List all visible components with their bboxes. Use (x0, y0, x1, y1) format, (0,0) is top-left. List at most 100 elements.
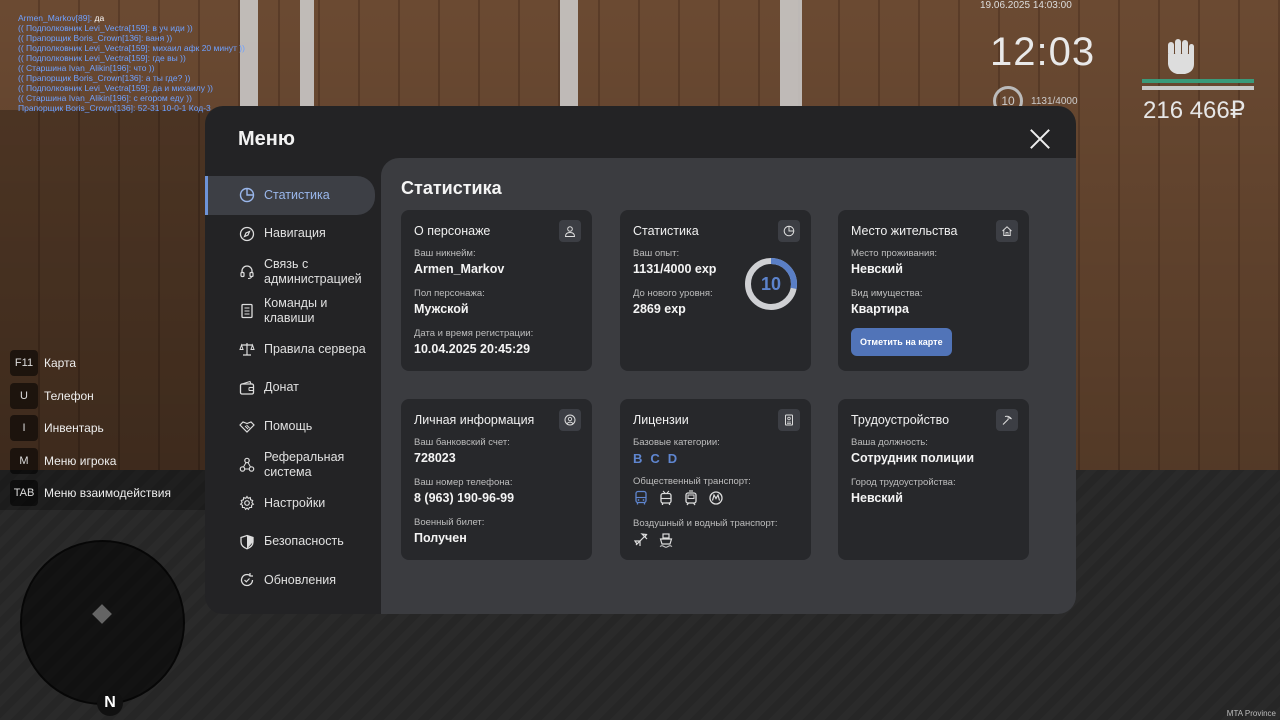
north-indicator: N (97, 690, 123, 716)
keybind-player-menu[interactable]: M Меню игрока (10, 445, 171, 478)
sidebar-item-label: Правила сервера (264, 341, 366, 356)
gear-icon (239, 495, 255, 511)
sidebar-item-label: Команды и клавиши (264, 295, 328, 325)
headset-icon (240, 265, 254, 280)
sidebar-item-label: Статистика (264, 187, 330, 202)
sidebar-item-rules[interactable]: Правила сервера (205, 330, 381, 369)
card-title: Лицензии (633, 413, 689, 427)
sidebar-item-contact-admin[interactable]: Связь с администрацией (205, 253, 381, 292)
field-label: Город трудоустройства: (851, 477, 956, 488)
sidebar-item-statistics[interactable]: Статистика (205, 176, 375, 215)
card-title: Трудоустройство (851, 413, 950, 427)
sidebar-item-label: Обновления (264, 572, 336, 587)
handshake-icon (239, 421, 255, 434)
chat-line: (( Подполковник Levi_Vectra[159]: где вы… (18, 53, 186, 63)
menu-title: Меню (238, 128, 295, 150)
sidebar-item-help[interactable]: Помощь (205, 407, 381, 446)
sidebar-item-label: Настройки (264, 495, 326, 510)
wallet-icon (239, 380, 255, 395)
keybind-inventory[interactable]: I Инвентарь (10, 412, 171, 445)
chat-line: (( Прапорщик Boris_Crown[136]: ваня )) (18, 33, 173, 43)
chat-line: (( Старшина Ivan_Alikin[196]: что )) (18, 63, 155, 73)
card-title: О персонаже (414, 224, 491, 238)
air-water-licenses (633, 532, 798, 548)
pickaxe-icon (996, 409, 1018, 431)
card-title: Личная информация (414, 413, 535, 427)
keybind-interaction-menu[interactable]: TAB Меню взаимодействия (10, 477, 171, 510)
public-transport-licenses (633, 490, 798, 506)
registration-value: 10.04.2025 20:45:29 (414, 342, 531, 356)
statistics-panel: Статистика О персонаже Ваш никнейм: Arme… (381, 158, 1076, 614)
menu-sidebar: Статистика Навигация Связь с администрац… (205, 176, 381, 600)
keybind-list: F11 Карта U Телефон I Инвентарь M Меню игрок… (10, 347, 171, 510)
chat-line: (( Подполковник Levi_Vectra[159]: михаил… (18, 43, 245, 53)
chat-log: Armen_Markov[89]: да (( Подполковник Lev… (18, 13, 245, 113)
refresh-icon (240, 573, 254, 587)
field-label: Дата и время регистрации: (414, 328, 534, 339)
keybind-phone[interactable]: U Телефон (10, 380, 171, 413)
position-value: Сотрудник полиции (851, 451, 975, 465)
sidebar-item-label: Связь с администрацией (264, 257, 362, 287)
stats-card: Статистика Ваш опыт: 1131/4000 exp До но… (620, 210, 811, 371)
game-pillar (300, 0, 314, 110)
chat-line: Armen_Markov[89]: да (18, 13, 105, 23)
armor-bar (1142, 86, 1254, 90)
field-label: Ваш банковский счет: (414, 437, 510, 448)
server-watermark: MTA Province (1226, 709, 1276, 718)
key-badge: I (10, 415, 38, 442)
profile-circle-icon (559, 409, 581, 431)
military-id-value: Получен (414, 531, 467, 545)
hud-clock: 12:03 (990, 30, 1096, 74)
chat-line: (( Подполковник Levi_Vectra[159]: да и м… (18, 83, 213, 93)
hud-exp: 1131/4000 (1031, 95, 1078, 107)
sidebar-item-navigation[interactable]: Навигация (205, 215, 381, 254)
sidebar-item-referral[interactable]: Реферальная система (205, 446, 381, 485)
chat-line: (( Прапорщик Boris_Crown[136]: а ты где?… (18, 73, 191, 83)
nickname-value: Armen_Markov (414, 262, 505, 276)
sidebar-item-label: Реферальная система (264, 449, 345, 479)
shield-icon (240, 534, 254, 550)
user-icon (559, 220, 581, 242)
phone-value: 8 (963) 190-96-99 (414, 491, 515, 505)
field-label: Пол персонажа: (414, 288, 485, 299)
key-badge: M (10, 447, 38, 474)
document-icon (241, 303, 253, 318)
chat-line: (( Старшина Ivan_Alikin[196]: с егором е… (18, 93, 192, 103)
employment-card: Трудоустройство Ваша должность: Сотрудни… (838, 399, 1029, 560)
pie-chart-icon (778, 220, 800, 242)
keybind-label: Меню игрока (44, 453, 117, 468)
character-card: О персонаже Ваш никнейм: Armen_Markov По… (401, 210, 592, 371)
home-icon (996, 220, 1018, 242)
boat-icon (659, 533, 673, 548)
field-label: Ваш никнейм: (414, 248, 476, 259)
pie-chart-icon (239, 188, 255, 203)
key-badge: U (10, 382, 38, 409)
game-pillar (560, 0, 578, 110)
gender-value: Мужской (414, 302, 469, 316)
field-label: Место проживания: (851, 248, 938, 259)
bank-account-value: 728023 (414, 451, 456, 465)
hud-date: 19.06.2025 14:03:00 (980, 0, 1072, 11)
sidebar-item-updates[interactable]: Обновления (205, 561, 381, 600)
keybind-label: Карта (44, 356, 77, 371)
close-icon[interactable] (1029, 128, 1051, 150)
airplane-icon (633, 533, 648, 547)
license-categories: B C D (633, 451, 798, 466)
keybind-map[interactable]: F11 Карта (10, 347, 171, 380)
license-category: B (633, 451, 643, 466)
health-bar (1142, 79, 1254, 83)
property-type-value: Квартира (851, 302, 909, 316)
sidebar-item-commands[interactable]: Команды и клавиши (205, 292, 381, 331)
residence-card: Место жительства Место проживания: Невск… (838, 210, 1029, 371)
mark-on-map-button[interactable]: Отметить на карте (851, 328, 952, 356)
sidebar-item-donate[interactable]: Донат (205, 369, 381, 408)
hud-money: 216 466₽ (1143, 97, 1246, 124)
licenses-card: Лицензии Базовые категории: B C D Общест… (620, 399, 811, 560)
card-title: Место жительства (851, 224, 958, 238)
id-card-icon (778, 409, 800, 431)
game-pillar (780, 0, 802, 110)
sidebar-item-label: Безопасность (264, 534, 344, 549)
sidebar-item-settings[interactable]: Настройки (205, 484, 381, 523)
sidebar-item-security[interactable]: Безопасность (205, 523, 381, 562)
level-number: 10 (760, 273, 782, 294)
